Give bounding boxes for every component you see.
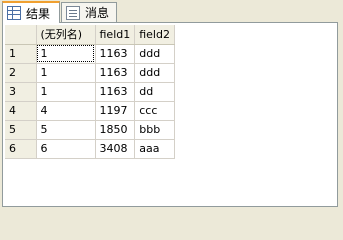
- results-grid-icon: [7, 6, 21, 20]
- tab-messages-label: 消息: [85, 6, 110, 20]
- results-panel: (无列名) field1 field2 1 1 1163 ddd 2 1 116…: [2, 22, 338, 207]
- table-cell[interactable]: 1163: [95, 63, 136, 83]
- column-header[interactable]: (无列名): [36, 25, 96, 45]
- table-row: 6 6 3408 aaa: [5, 139, 175, 159]
- table-row: 5 5 1850 bbb: [5, 120, 175, 140]
- row-header[interactable]: 2: [5, 63, 37, 83]
- table-cell[interactable]: 1: [36, 82, 96, 102]
- table-cell[interactable]: 4: [36, 101, 96, 121]
- row-header[interactable]: 3: [5, 82, 37, 102]
- table-cell[interactable]: aaa: [134, 139, 175, 159]
- table-cell[interactable]: dd: [134, 82, 175, 102]
- results-grid: (无列名) field1 field2 1 1 1163 ddd 2 1 116…: [5, 25, 175, 159]
- table-cell[interactable]: ccc: [134, 101, 175, 121]
- tab-bar: 结果 消息: [0, 0, 343, 23]
- row-header[interactable]: 4: [5, 101, 37, 121]
- tab-messages[interactable]: 消息: [61, 2, 117, 22]
- table-row: 4 4 1197 ccc: [5, 101, 175, 121]
- row-header[interactable]: 1: [5, 44, 37, 64]
- table-cell[interactable]: 1163: [95, 44, 136, 64]
- table-cell[interactable]: 1163: [95, 82, 136, 102]
- table-cell[interactable]: ddd: [134, 63, 175, 83]
- row-header[interactable]: 6: [5, 139, 37, 159]
- tab-results-label: 结果: [26, 6, 51, 21]
- table-row: 2 1 1163 ddd: [5, 63, 175, 83]
- table-cell[interactable]: 1: [36, 63, 96, 83]
- column-header[interactable]: field1: [95, 25, 136, 45]
- column-header[interactable]: field2: [134, 25, 175, 45]
- table-row: 3 1 1163 dd: [5, 82, 175, 102]
- messages-icon: [66, 5, 80, 20]
- table-cell[interactable]: 1850: [95, 120, 136, 140]
- table-cell[interactable]: bbb: [134, 120, 175, 140]
- table-cell[interactable]: 3408: [95, 139, 136, 159]
- table-row: 1 1 1163 ddd: [5, 44, 175, 64]
- table-cell[interactable]: 1197: [95, 101, 136, 121]
- grid-corner[interactable]: [5, 25, 37, 45]
- table-cell[interactable]: ddd: [134, 44, 175, 64]
- table-cell[interactable]: 6: [36, 139, 96, 159]
- table-cell[interactable]: 1: [36, 44, 96, 64]
- header-row: (无列名) field1 field2: [5, 25, 175, 45]
- tab-results[interactable]: 结果: [2, 1, 60, 23]
- table-cell[interactable]: 5: [36, 120, 96, 140]
- row-header[interactable]: 5: [5, 120, 37, 140]
